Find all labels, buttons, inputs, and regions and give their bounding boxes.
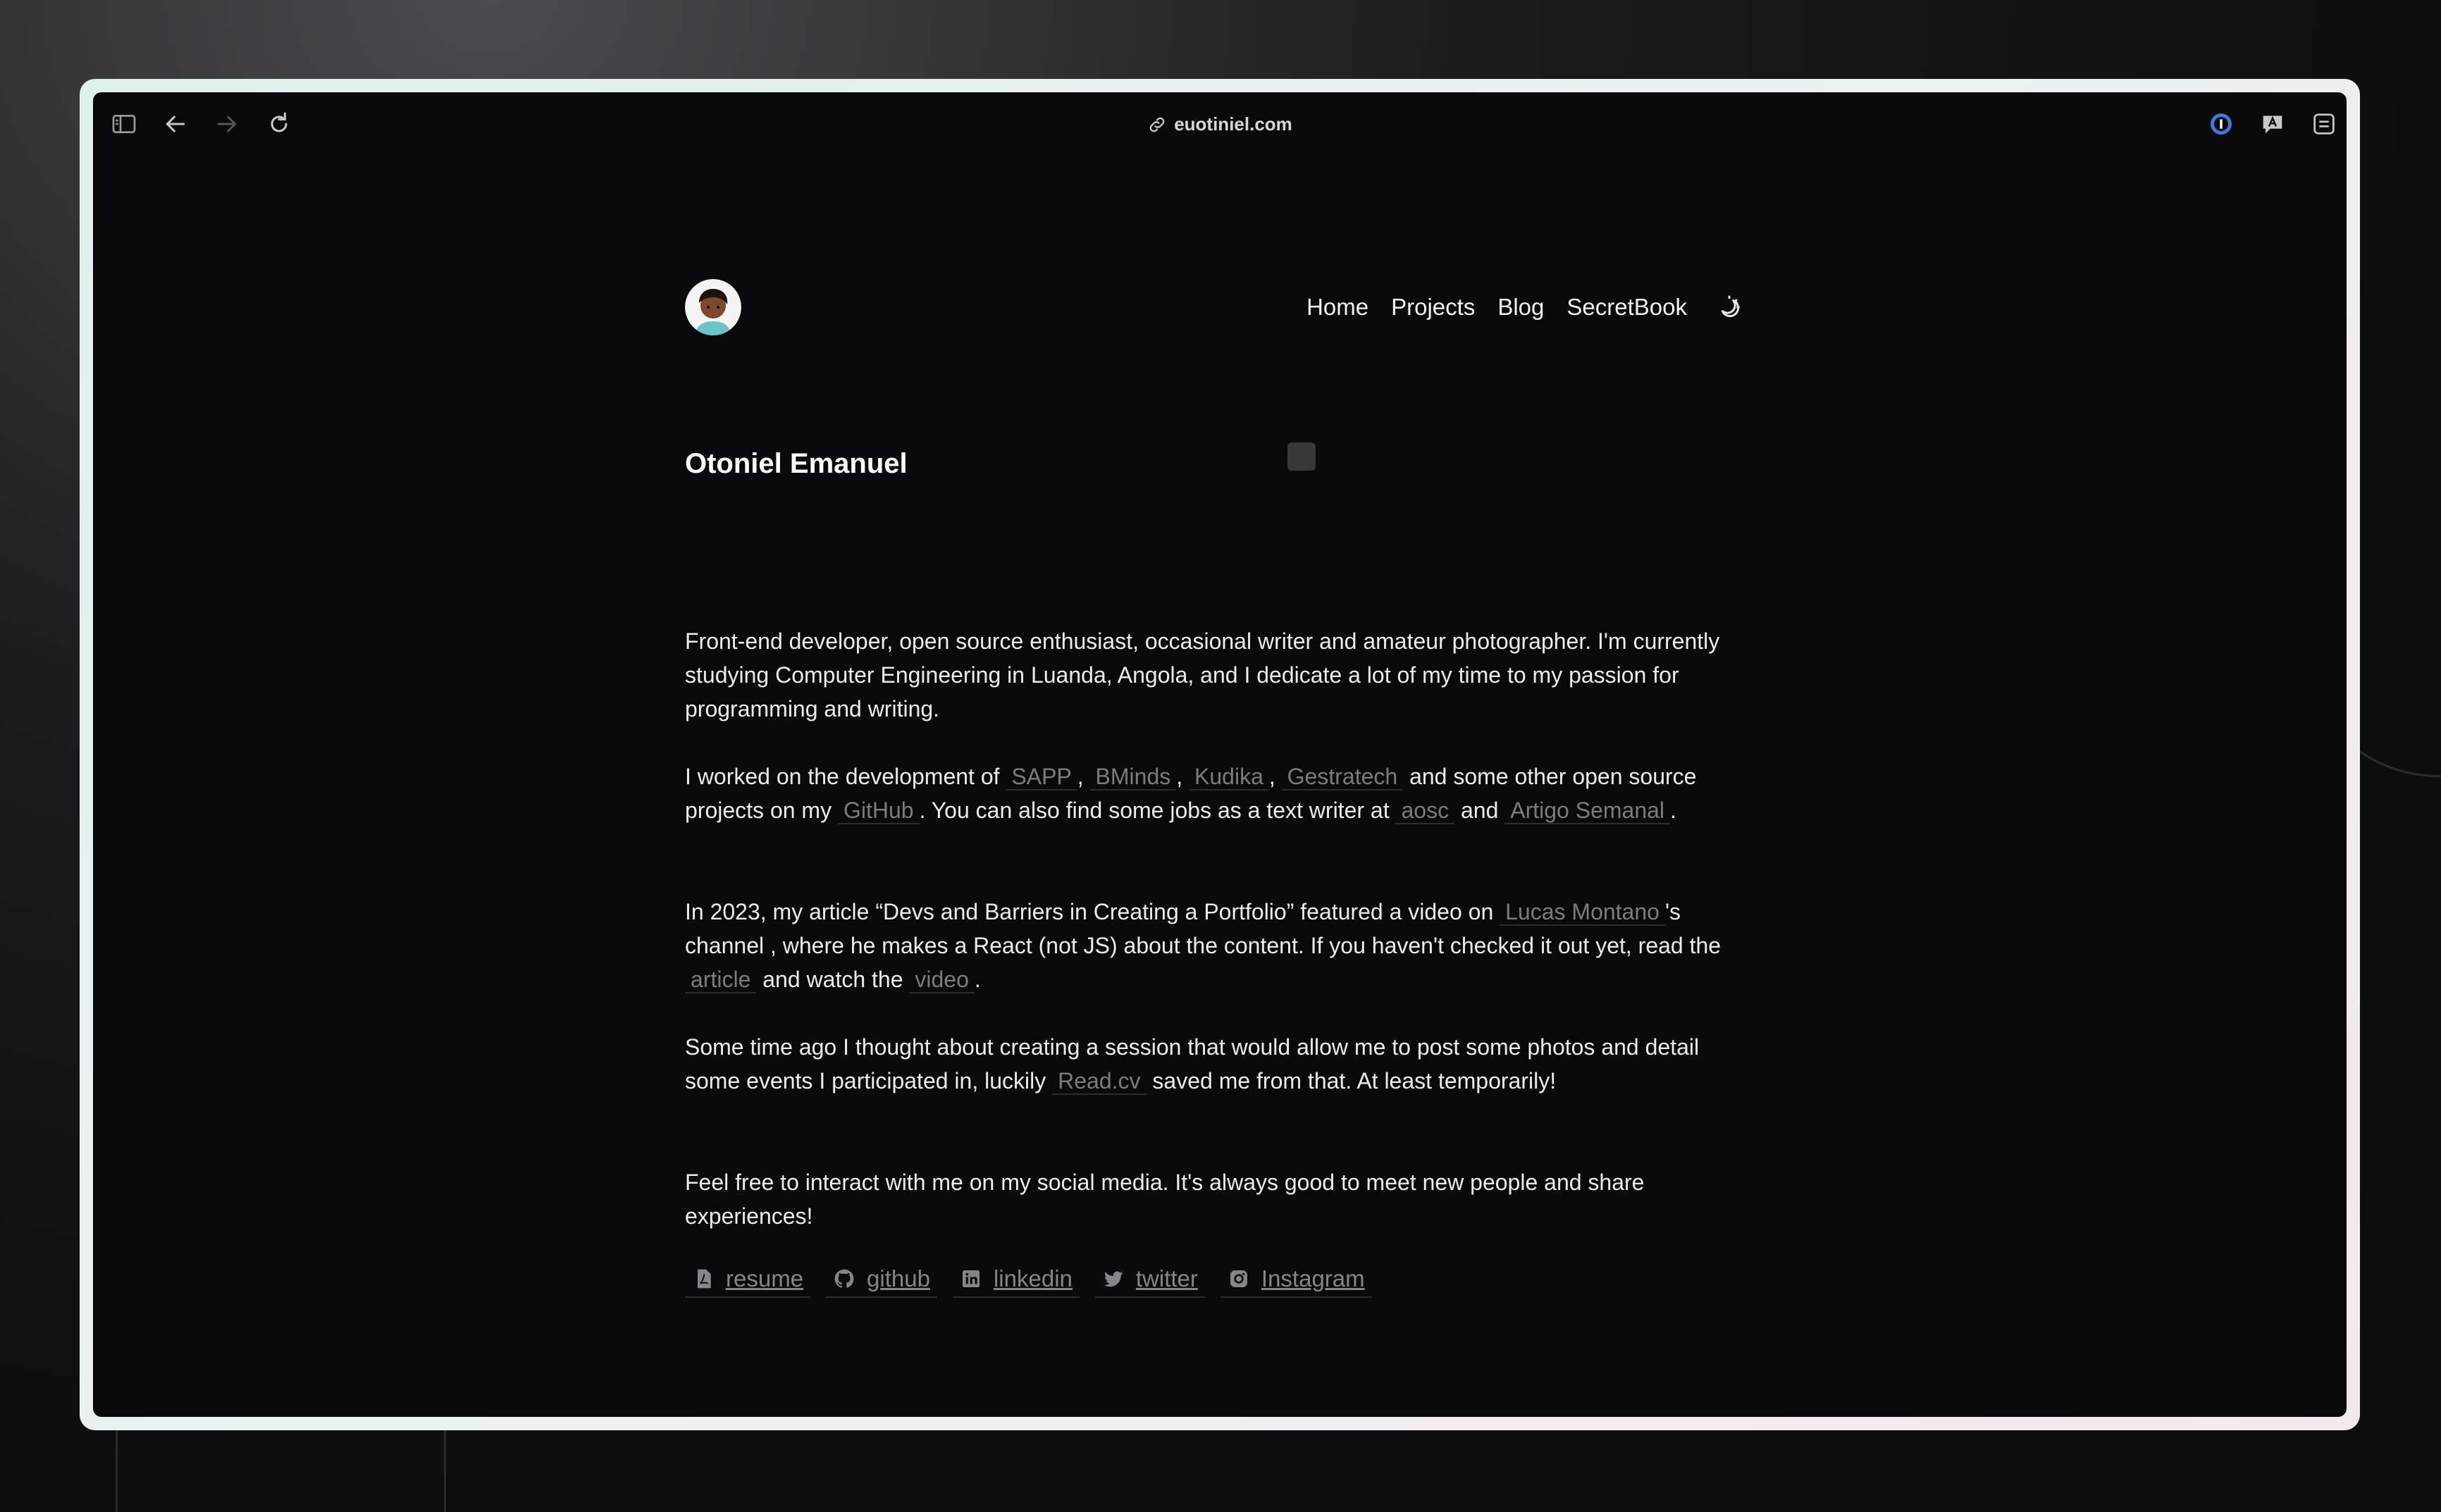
link-readcv[interactable]: Read.cv bbox=[1052, 1068, 1147, 1095]
paragraph-text: . You can also find some jobs as a text … bbox=[919, 798, 1396, 823]
extension-icon[interactable] bbox=[2310, 110, 2338, 138]
link-lucas-montano[interactable]: Lucas Montano bbox=[1500, 899, 1665, 926]
paragraph-text: I worked on the development of bbox=[685, 764, 1006, 789]
twitter-icon bbox=[1104, 1271, 1123, 1287]
avatar[interactable] bbox=[685, 279, 741, 335]
site-header: Home Projects Blog SecretBook bbox=[685, 279, 1756, 342]
nav-blog[interactable]: Blog bbox=[1497, 294, 1544, 321]
link-icon bbox=[1149, 117, 1165, 132]
background-decoration bbox=[444, 1430, 446, 1512]
social-label: github bbox=[867, 1265, 930, 1291]
paragraph-text: , bbox=[1077, 764, 1090, 789]
nav-projects[interactable]: Projects bbox=[1391, 294, 1475, 321]
social-link-linkedin[interactable]: linkedin bbox=[952, 1265, 1080, 1298]
article-paragraph: In 2023, my article “Devs and Barriers i… bbox=[685, 895, 1756, 996]
nav-home[interactable]: Home bbox=[1306, 294, 1368, 321]
page-title: Otoniel Emanuel bbox=[685, 448, 908, 479]
paragraph-text: , bbox=[1268, 764, 1282, 789]
linkedin-icon bbox=[962, 1270, 980, 1287]
link-video[interactable]: video bbox=[909, 967, 975, 993]
link-artigo-semanal[interactable]: Artigo Semanal bbox=[1504, 798, 1671, 824]
intro-paragraph: Front-end developer, open source enthusi… bbox=[685, 628, 1720, 721]
browser-toolbar: euotiniel.com bbox=[93, 92, 2347, 156]
paragraph-text: . bbox=[974, 967, 981, 992]
address-bar[interactable]: euotiniel.com bbox=[93, 108, 2347, 140]
social-link-resume[interactable]: resume bbox=[685, 1265, 811, 1298]
link-github[interactable]: GitHub bbox=[837, 798, 920, 824]
social-label: twitter bbox=[1135, 1265, 1198, 1291]
social-label: resume bbox=[726, 1265, 804, 1291]
link-bminds[interactable]: BMinds bbox=[1089, 764, 1177, 791]
paragraph-text: and watch the bbox=[756, 967, 910, 992]
github-icon bbox=[834, 1269, 854, 1288]
pdf-icon bbox=[698, 1269, 711, 1289]
projects-paragraph: I worked on the development of SAPP, BMi… bbox=[685, 760, 1756, 827]
translate-icon[interactable] bbox=[2258, 110, 2287, 138]
social-link-instagram[interactable]: Instagram bbox=[1220, 1265, 1372, 1298]
theme-toggle-icon[interactable] bbox=[1715, 293, 1743, 321]
instagram-icon bbox=[1230, 1270, 1247, 1287]
paragraph-text: In 2023, my article “Devs and Barriers i… bbox=[685, 899, 1500, 924]
nav-secretbook[interactable]: SecretBook bbox=[1566, 294, 1687, 321]
social-link-twitter[interactable]: twitter bbox=[1094, 1265, 1205, 1298]
placeholder-square bbox=[1287, 442, 1316, 471]
photos-paragraph: Some time ago I thought about creating a… bbox=[685, 1030, 1756, 1098]
link-aosc[interactable]: aosc bbox=[1395, 798, 1455, 824]
url-text: euotiniel.com bbox=[1174, 113, 1292, 135]
social-links: resume github linkedin twitter Instagram bbox=[685, 1265, 1388, 1298]
paragraph-text: and bbox=[1454, 798, 1505, 823]
link-sapp[interactable]: SAPP bbox=[1006, 764, 1077, 791]
paragraph-text: . bbox=[1670, 798, 1676, 823]
browser-viewport: euotiniel.com Home Projects Blog SecretB… bbox=[93, 92, 2347, 1417]
main-nav: Home Projects Blog SecretBook bbox=[1284, 293, 1743, 321]
social-label: Instagram bbox=[1261, 1265, 1365, 1291]
background-decoration bbox=[116, 1430, 118, 1512]
link-article[interactable]: article bbox=[685, 967, 757, 993]
social-link-github[interactable]: github bbox=[826, 1265, 937, 1298]
paragraph-text: saved me from that. At least temporarily… bbox=[1146, 1068, 1557, 1093]
social-paragraph: Feel free to interact with me on my soci… bbox=[685, 1170, 1645, 1229]
browser-window: euotiniel.com Home Projects Blog SecretB… bbox=[80, 79, 2360, 1430]
link-kudika[interactable]: Kudika bbox=[1189, 764, 1269, 791]
paragraph-text: , bbox=[1176, 764, 1189, 789]
social-label: linkedin bbox=[993, 1265, 1073, 1291]
password-manager-icon[interactable] bbox=[2207, 110, 2235, 138]
link-gestratech[interactable]: Gestratech bbox=[1281, 764, 1404, 791]
